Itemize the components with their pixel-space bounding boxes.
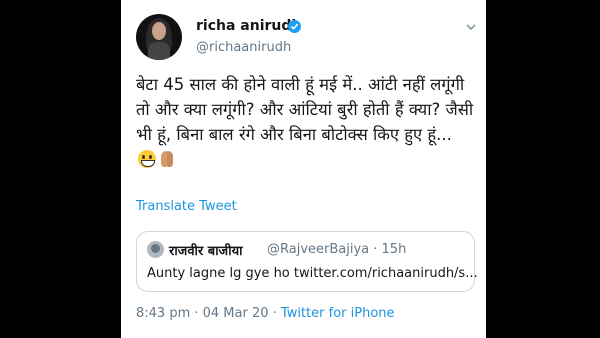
quoted-author-name: राजवीर बाजीया bbox=[169, 244, 243, 259]
translate-tweet-link[interactable]: Translate Tweet bbox=[136, 199, 237, 214]
author-handle[interactable]: @richaanirudh bbox=[196, 40, 291, 55]
chevron-down-icon[interactable] bbox=[464, 20, 478, 34]
verified-badge-icon bbox=[288, 20, 301, 33]
tweet-source-link[interactable]: Twitter for iPhone bbox=[281, 306, 395, 321]
folded-hands-icon bbox=[158, 150, 176, 168]
tweet-card: richa anirudh @richaanirudh बेटा 45 साल … bbox=[121, 0, 486, 338]
tweet-timestamp[interactable]: 8:43 pm · 04 Mar 20 · bbox=[136, 306, 281, 321]
grinning-face-icon bbox=[138, 150, 156, 168]
quoted-author-handle: @RajveerBajiya · 15h bbox=[267, 242, 407, 257]
author-name[interactable]: richa anirudh bbox=[196, 18, 301, 34]
tweet-body: बेटा 45 साल की होने वाली हूं मई में.. आं… bbox=[136, 75, 474, 144]
author-avatar[interactable] bbox=[136, 14, 182, 60]
tweet-text: बेटा 45 साल की होने वाली हूं मई में.. आं… bbox=[136, 72, 474, 172]
quoted-author-avatar[interactable] bbox=[147, 241, 164, 258]
tweet-meta: 8:43 pm · 04 Mar 20 · Twitter for iPhone bbox=[136, 306, 395, 321]
quoted-tweet-text: Aunty lagne lg gye ho twitter.com/richaa… bbox=[147, 266, 478, 281]
quoted-tweet[interactable]: राजवीर बाजीया @RajveerBajiya · 15h Aunty… bbox=[136, 231, 478, 292]
